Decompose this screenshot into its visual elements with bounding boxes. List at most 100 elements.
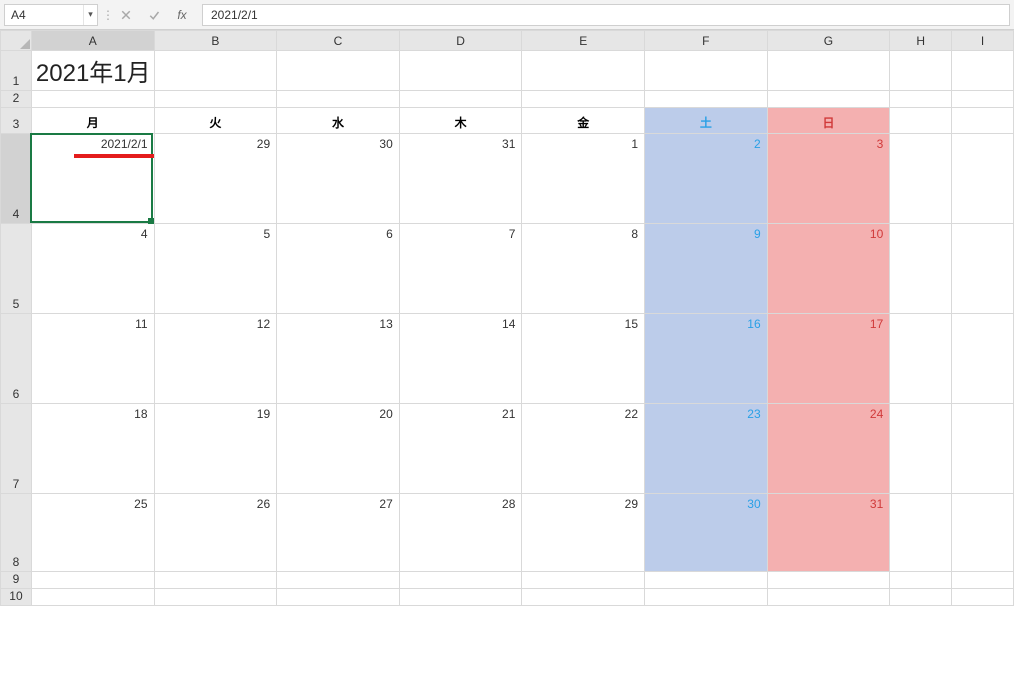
cell-b4[interactable]: 29 bbox=[154, 134, 277, 224]
col-header-c[interactable]: C bbox=[277, 31, 400, 51]
cell-d7[interactable]: 21 bbox=[399, 404, 522, 494]
cell-h2[interactable] bbox=[890, 91, 952, 108]
cell-i2[interactable] bbox=[952, 91, 1014, 108]
row-header-9[interactable]: 9 bbox=[1, 572, 32, 589]
cell-a2[interactable] bbox=[31, 91, 154, 108]
cell-h3[interactable] bbox=[890, 108, 952, 134]
dow-fri[interactable]: 金 bbox=[522, 108, 645, 134]
cell-i6[interactable] bbox=[952, 314, 1014, 404]
cell-b1[interactable] bbox=[154, 51, 277, 91]
name-box[interactable] bbox=[5, 5, 83, 25]
cell-b9[interactable] bbox=[154, 572, 277, 589]
cell-a6[interactable]: 11 bbox=[31, 314, 154, 404]
cell-g1[interactable] bbox=[767, 51, 890, 91]
cell-b2[interactable] bbox=[154, 91, 277, 108]
cell-c9[interactable] bbox=[277, 572, 400, 589]
cell-a9[interactable] bbox=[31, 572, 154, 589]
cell-e8[interactable]: 29 bbox=[522, 494, 645, 572]
col-header-a[interactable]: A bbox=[31, 31, 154, 51]
cell-f9[interactable] bbox=[645, 572, 768, 589]
col-header-b[interactable]: B bbox=[154, 31, 277, 51]
cell-f4[interactable]: 2 bbox=[645, 134, 768, 224]
formula-input[interactable] bbox=[202, 4, 1010, 26]
row-header-4[interactable]: 4 bbox=[1, 134, 32, 224]
cell-e2[interactable] bbox=[522, 91, 645, 108]
cell-a10[interactable] bbox=[31, 589, 154, 606]
cell-d5[interactable]: 7 bbox=[399, 224, 522, 314]
cell-i4[interactable] bbox=[952, 134, 1014, 224]
cell-h1[interactable] bbox=[890, 51, 952, 91]
cell-h4[interactable] bbox=[890, 134, 952, 224]
cell-d4[interactable]: 31 bbox=[399, 134, 522, 224]
cell-g9[interactable] bbox=[767, 572, 890, 589]
cell-d6[interactable]: 14 bbox=[399, 314, 522, 404]
cell-d9[interactable] bbox=[399, 572, 522, 589]
cell-b6[interactable]: 12 bbox=[154, 314, 277, 404]
cell-h8[interactable] bbox=[890, 494, 952, 572]
name-box-dropdown-icon[interactable]: ▾ bbox=[83, 5, 97, 25]
cell-h10[interactable] bbox=[890, 589, 952, 606]
cell-f5[interactable]: 9 bbox=[645, 224, 768, 314]
dow-sat[interactable]: 土 bbox=[645, 108, 768, 134]
cell-g2[interactable] bbox=[767, 91, 890, 108]
col-header-f[interactable]: F bbox=[645, 31, 768, 51]
dow-thu[interactable]: 木 bbox=[399, 108, 522, 134]
cell-c5[interactable]: 6 bbox=[277, 224, 400, 314]
cell-d1[interactable] bbox=[399, 51, 522, 91]
row-header-8[interactable]: 8 bbox=[1, 494, 32, 572]
dow-wed[interactable]: 水 bbox=[277, 108, 400, 134]
cell-g6[interactable]: 17 bbox=[767, 314, 890, 404]
cell-b8[interactable]: 26 bbox=[154, 494, 277, 572]
cell-g10[interactable] bbox=[767, 589, 890, 606]
row-header-3[interactable]: 3 bbox=[1, 108, 32, 134]
col-header-i[interactable]: I bbox=[952, 31, 1014, 51]
select-all-corner[interactable] bbox=[1, 31, 32, 51]
cell-h7[interactable] bbox=[890, 404, 952, 494]
cell-a1[interactable]: 2021年1月 bbox=[31, 51, 154, 91]
cell-h5[interactable] bbox=[890, 224, 952, 314]
cell-i3[interactable] bbox=[952, 108, 1014, 134]
cell-h9[interactable] bbox=[890, 572, 952, 589]
row-header-5[interactable]: 5 bbox=[1, 224, 32, 314]
cell-g8[interactable]: 31 bbox=[767, 494, 890, 572]
cell-e4[interactable]: 1 bbox=[522, 134, 645, 224]
row-header-10[interactable]: 10 bbox=[1, 589, 32, 606]
cell-c6[interactable]: 13 bbox=[277, 314, 400, 404]
cell-f10[interactable] bbox=[645, 589, 768, 606]
col-header-e[interactable]: E bbox=[522, 31, 645, 51]
col-header-d[interactable]: D bbox=[399, 31, 522, 51]
cell-e9[interactable] bbox=[522, 572, 645, 589]
cell-e10[interactable] bbox=[522, 589, 645, 606]
cell-i8[interactable] bbox=[952, 494, 1014, 572]
fx-icon[interactable]: fx bbox=[170, 4, 194, 26]
row-header-6[interactable]: 6 bbox=[1, 314, 32, 404]
dow-sun[interactable]: 日 bbox=[767, 108, 890, 134]
cell-d2[interactable] bbox=[399, 91, 522, 108]
cell-f6[interactable]: 16 bbox=[645, 314, 768, 404]
cell-g7[interactable]: 24 bbox=[767, 404, 890, 494]
cell-i7[interactable] bbox=[952, 404, 1014, 494]
cell-b7[interactable]: 19 bbox=[154, 404, 277, 494]
row-header-7[interactable]: 7 bbox=[1, 404, 32, 494]
cell-i9[interactable] bbox=[952, 572, 1014, 589]
col-header-g[interactable]: G bbox=[767, 31, 890, 51]
col-header-h[interactable]: H bbox=[890, 31, 952, 51]
cell-g5[interactable]: 10 bbox=[767, 224, 890, 314]
cell-d8[interactable]: 28 bbox=[399, 494, 522, 572]
cell-b10[interactable] bbox=[154, 589, 277, 606]
cell-i10[interactable] bbox=[952, 589, 1014, 606]
cell-c4[interactable]: 30 bbox=[277, 134, 400, 224]
cell-g4[interactable]: 3 bbox=[767, 134, 890, 224]
cell-e6[interactable]: 15 bbox=[522, 314, 645, 404]
cell-c10[interactable] bbox=[277, 589, 400, 606]
cell-b5[interactable]: 5 bbox=[154, 224, 277, 314]
cell-c7[interactable]: 20 bbox=[277, 404, 400, 494]
cell-a7[interactable]: 18 bbox=[31, 404, 154, 494]
dow-tue[interactable]: 火 bbox=[154, 108, 277, 134]
enter-icon[interactable] bbox=[142, 4, 166, 26]
cell-c8[interactable]: 27 bbox=[277, 494, 400, 572]
cancel-icon[interactable] bbox=[114, 4, 138, 26]
cell-a5[interactable]: 4 bbox=[31, 224, 154, 314]
cell-d10[interactable] bbox=[399, 589, 522, 606]
cell-h6[interactable] bbox=[890, 314, 952, 404]
